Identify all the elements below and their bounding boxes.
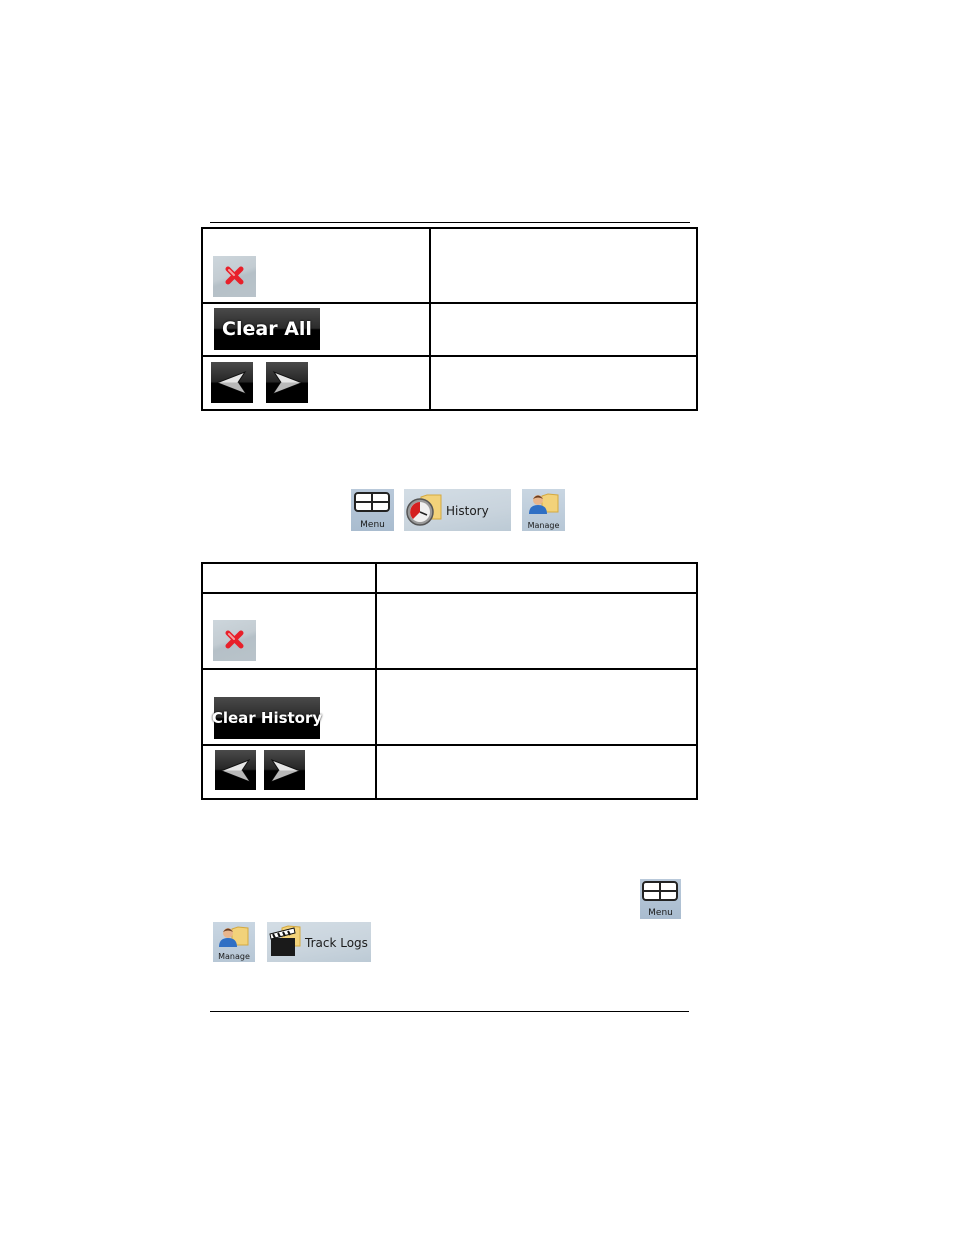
menu-button[interactable]: Menu xyxy=(640,879,681,919)
table-row xyxy=(201,592,698,670)
description-cell xyxy=(429,302,698,357)
next-button[interactable] xyxy=(266,362,308,403)
description-cell xyxy=(429,227,698,304)
arrow-right-icon xyxy=(270,758,301,783)
clapperboard-folder-icon xyxy=(269,925,301,956)
manage-button[interactable]: Manage xyxy=(522,489,565,531)
description-cell xyxy=(429,355,698,411)
control-cell: Clear History xyxy=(201,668,377,746)
table-1: Clear All xyxy=(201,227,698,411)
delete-x-icon xyxy=(225,266,244,285)
previous-button[interactable] xyxy=(215,750,256,790)
description-cell xyxy=(375,668,698,746)
menu-grid-icon xyxy=(642,881,678,901)
menu-label: Menu xyxy=(648,908,673,918)
table-row: Clear All xyxy=(201,302,698,357)
control-cell xyxy=(201,355,431,411)
delete-button[interactable] xyxy=(213,256,256,297)
arrow-left-icon xyxy=(220,758,251,783)
menu-button[interactable]: Menu xyxy=(351,489,394,531)
description-cell xyxy=(375,592,698,670)
arrow-right-icon xyxy=(272,370,303,395)
table-2: Clear History xyxy=(201,562,698,800)
manage-label: Manage xyxy=(527,521,560,530)
arrow-left-icon xyxy=(216,370,247,395)
track-logs-button[interactable]: Track Logs xyxy=(267,922,371,962)
user-folder-icon xyxy=(219,926,249,947)
clear-history-label: Clear History xyxy=(211,709,323,727)
previous-button[interactable] xyxy=(211,362,253,403)
table-header-row xyxy=(201,562,698,594)
description-cell xyxy=(375,744,698,800)
control-cell xyxy=(201,744,377,800)
header-cell-control xyxy=(201,562,377,594)
next-button[interactable] xyxy=(264,750,305,790)
delete-button[interactable] xyxy=(213,620,256,661)
table-row xyxy=(201,227,698,304)
manage-label: Manage xyxy=(218,952,250,961)
menu-grid-icon xyxy=(354,492,390,512)
delete-x-icon xyxy=(225,630,244,649)
clock-folder-icon xyxy=(406,494,442,526)
manage-button[interactable]: Manage xyxy=(213,922,255,962)
header-cell-description xyxy=(375,562,698,594)
clear-history-button[interactable]: Clear History xyxy=(211,697,323,739)
history-label: History xyxy=(446,504,489,518)
table-row xyxy=(201,744,698,800)
header-rule xyxy=(210,222,690,223)
control-cell: Clear All xyxy=(201,302,431,357)
menu-label: Menu xyxy=(360,520,385,530)
footer-rule xyxy=(210,1011,689,1012)
clear-all-button[interactable]: Clear All xyxy=(214,308,320,350)
control-cell xyxy=(201,227,431,304)
history-button[interactable]: History xyxy=(404,489,511,531)
control-cell xyxy=(201,592,377,670)
user-folder-icon xyxy=(529,493,559,514)
table-row xyxy=(201,355,698,411)
table-row: Clear History xyxy=(201,668,698,746)
clear-all-label: Clear All xyxy=(222,318,312,340)
track-logs-label: Track Logs xyxy=(305,936,368,950)
